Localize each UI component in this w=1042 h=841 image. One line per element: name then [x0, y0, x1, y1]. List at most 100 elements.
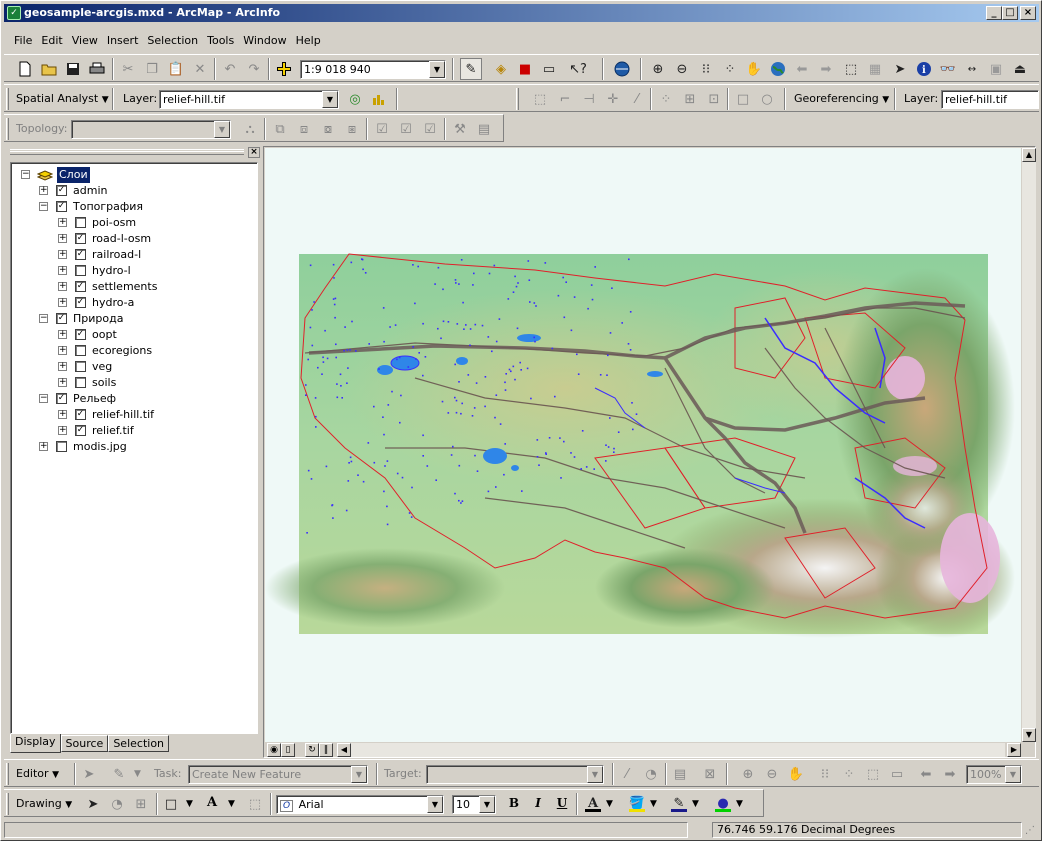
expand-icon[interactable]: +: [39, 186, 48, 195]
toc-layer-label[interactable]: settlements: [92, 279, 157, 295]
layer-visibility-checkbox[interactable]: ✓: [75, 249, 86, 260]
layout-zoom-out-icon[interactable]: ⊖: [761, 763, 783, 785]
identify-icon[interactable]: i: [913, 58, 935, 80]
close-button[interactable]: ×: [1020, 6, 1036, 20]
drawing-menu[interactable]: Drawing ▼: [16, 794, 72, 815]
toc-layer-row[interactable]: + modis.jpg: [17, 439, 247, 455]
select-elements-icon[interactable]: ➤: [82, 793, 104, 815]
toc-layer-row[interactable]: − ✓ Топография: [17, 199, 247, 215]
resize-grip-icon[interactable]: ⋰: [1025, 825, 1037, 837]
georeferencing-layer-combo[interactable]: relief-hill.tif: [941, 90, 1039, 109]
globe-service-icon[interactable]: [611, 58, 633, 80]
toc-layer-row[interactable]: + soils: [17, 375, 247, 391]
spatial-analyst-menu[interactable]: Spatial Analyst ▼: [16, 89, 109, 110]
toc-layer-row[interactable]: + ✓ road-l-osm: [17, 231, 247, 247]
menu-tools[interactable]: Tools: [201, 34, 237, 47]
reshape-icon[interactable]: ⌐: [554, 88, 576, 110]
toc-layer-label[interactable]: Рельеф: [73, 391, 116, 407]
sketch-icon[interactable]: ⁄: [626, 88, 648, 110]
expand-icon[interactable]: +: [58, 410, 67, 419]
circle-icon[interactable]: ○: [756, 88, 778, 110]
toc-root[interactable]: − Слои: [17, 167, 217, 183]
toc-layer-label[interactable]: modis.jpg: [73, 439, 127, 455]
map-scale-combo[interactable]: 1:9 018 940 ▼: [300, 60, 446, 79]
chevron-down-icon[interactable]: ▼: [587, 766, 603, 783]
attributes-icon[interactable]: ▤: [669, 763, 691, 785]
copy-icon[interactable]: ❐: [141, 58, 163, 80]
layer-visibility-checkbox[interactable]: ✓: [56, 393, 67, 404]
rectangle-icon[interactable]: □: [732, 88, 754, 110]
toc-layer-row[interactable]: − ✓ Рельеф: [17, 391, 247, 407]
expand-icon[interactable]: +: [58, 330, 67, 339]
layer-visibility-checkbox[interactable]: ✓: [56, 313, 67, 324]
toc-layer-label[interactable]: Топография: [73, 199, 143, 215]
collapse-icon[interactable]: −: [39, 202, 48, 211]
toc-layer-row[interactable]: + ecoregions: [17, 343, 247, 359]
error-inspector-icon[interactable]: ▤: [473, 118, 495, 140]
fix-topology-icon[interactable]: ⚒: [449, 118, 471, 140]
arcmap-app-icon[interactable]: ✓: [7, 6, 21, 20]
chevron-down-icon[interactable]: ▼: [228, 794, 235, 814]
forward-extent-icon[interactable]: ➡: [815, 58, 837, 80]
rotate-element-icon[interactable]: ◔: [106, 793, 128, 815]
tab-display[interactable]: Display: [10, 734, 61, 753]
map-horizontal-scrollbar[interactable]: ◉ ▯ ↻ ‖ ◀ ▶: [265, 743, 1021, 757]
zoom-100-icon[interactable]: ⁘: [838, 763, 860, 785]
toc-layer-row[interactable]: + ✓ railroad-l: [17, 247, 247, 263]
expand-icon[interactable]: +: [39, 442, 48, 451]
redo-icon[interactable]: ↷: [243, 58, 265, 80]
toc-layer-row[interactable]: + ✓ oopt: [17, 327, 247, 343]
snapping-icon[interactable]: ⁘: [655, 88, 677, 110]
toc-layer-row[interactable]: + ✓ relief-hill.tif: [17, 407, 247, 423]
select-features-icon[interactable]: ⬚: [840, 58, 862, 80]
marker-color-icon[interactable]: ●: [712, 793, 734, 815]
chevron-down-icon[interactable]: ▼: [134, 764, 141, 784]
layer-visibility-checkbox[interactable]: [75, 265, 86, 276]
new-text-icon[interactable]: A: [202, 793, 222, 813]
layout-zoom-in-icon[interactable]: ⊕: [737, 763, 759, 785]
layer-visibility-checkbox[interactable]: ✓: [75, 281, 86, 292]
expand-icon[interactable]: +: [58, 362, 67, 371]
menu-insert[interactable]: Insert: [101, 34, 142, 47]
pause-icon[interactable]: ‖: [319, 743, 333, 757]
toc-layer-label[interactable]: admin: [73, 183, 107, 199]
task-combo[interactable]: Create New Feature ▼: [188, 765, 368, 784]
topology-tool-1-icon[interactable]: ⧉: [269, 118, 291, 140]
layer-visibility-checkbox[interactable]: ✓: [75, 329, 86, 340]
scroll-down-icon[interactable]: ▼: [1022, 728, 1036, 742]
tab-source[interactable]: Source: [60, 735, 109, 752]
chevron-down-icon[interactable]: ▼: [1005, 766, 1021, 783]
save-icon[interactable]: [62, 58, 84, 80]
page-width-icon[interactable]: ▭: [886, 763, 908, 785]
view-link-table-icon[interactable]: ⊡: [703, 88, 725, 110]
layer-visibility-checkbox[interactable]: [75, 361, 86, 372]
expand-icon[interactable]: +: [58, 218, 67, 227]
expand-icon[interactable]: +: [58, 266, 67, 275]
layer-visibility-checkbox[interactable]: ✓: [56, 201, 67, 212]
close-icon[interactable]: ×: [248, 147, 260, 158]
expand-icon[interactable]: +: [58, 426, 67, 435]
georeferencing-menu[interactable]: Georeferencing ▼: [794, 89, 889, 110]
toc-layer-label[interactable]: ecoregions: [92, 343, 152, 359]
menu-window[interactable]: Window: [237, 34, 289, 47]
chevron-down-icon[interactable]: ▼: [214, 121, 230, 138]
topology-tool-2-icon[interactable]: ⧈: [293, 118, 315, 140]
chevron-down-icon[interactable]: ▼: [351, 766, 367, 783]
topology-tool-4-icon[interactable]: ⧆: [341, 118, 363, 140]
underline-button[interactable]: U: [552, 793, 572, 813]
toc-layer-label[interactable]: veg: [92, 359, 112, 375]
chevron-down-icon[interactable]: ▼: [479, 796, 495, 813]
add-control-points-icon[interactable]: ⊞: [679, 88, 701, 110]
topology-combo[interactable]: ▼: [71, 120, 231, 139]
validate-2-icon[interactable]: ☑: [395, 118, 417, 140]
paste-icon[interactable]: 📋: [165, 58, 187, 80]
toc-layer-row[interactable]: + hydro-l: [17, 263, 247, 279]
zoom-in-icon[interactable]: ⊕: [647, 58, 669, 80]
menu-file[interactable]: File: [4, 34, 35, 47]
toc-layer-row[interactable]: + ✓ admin: [17, 183, 247, 199]
cut-icon[interactable]: ✂: [117, 58, 139, 80]
arctoolbox-icon[interactable]: ■: [514, 58, 536, 80]
toc-grip[interactable]: [10, 149, 244, 155]
arccatalog-icon[interactable]: ◈: [490, 58, 512, 80]
fill-color-icon[interactable]: 🪣: [626, 793, 648, 815]
